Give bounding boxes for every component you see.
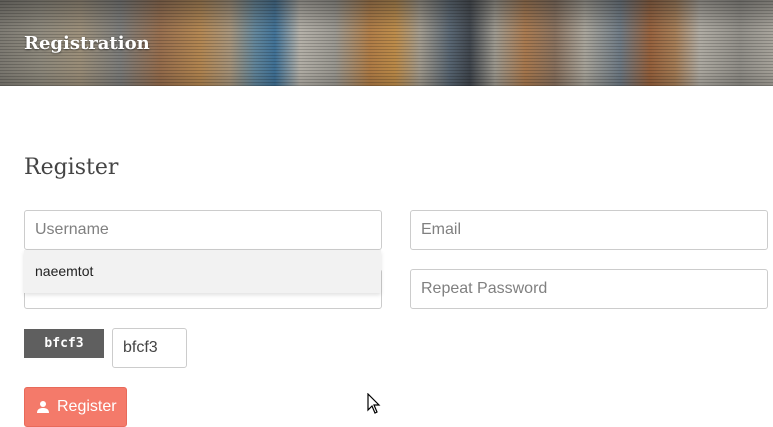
autocomplete-dropdown: naeemtot (24, 250, 381, 293)
autocomplete-suggestion[interactable]: naeemtot (35, 263, 93, 279)
user-icon (37, 401, 49, 413)
repeat-password-input[interactable] (410, 269, 768, 309)
email-input[interactable] (410, 210, 768, 250)
mouse-cursor-icon (367, 393, 381, 414)
captcha-image: bfcf3 (24, 329, 104, 358)
page-banner: Registration (0, 0, 773, 86)
register-button-label: Register (57, 398, 117, 415)
register-heading: Register (24, 155, 119, 180)
banner-title: Registration (24, 33, 150, 54)
register-button[interactable]: Register (24, 387, 127, 427)
username-input[interactable] (24, 210, 382, 250)
captcha-input[interactable] (112, 328, 187, 368)
